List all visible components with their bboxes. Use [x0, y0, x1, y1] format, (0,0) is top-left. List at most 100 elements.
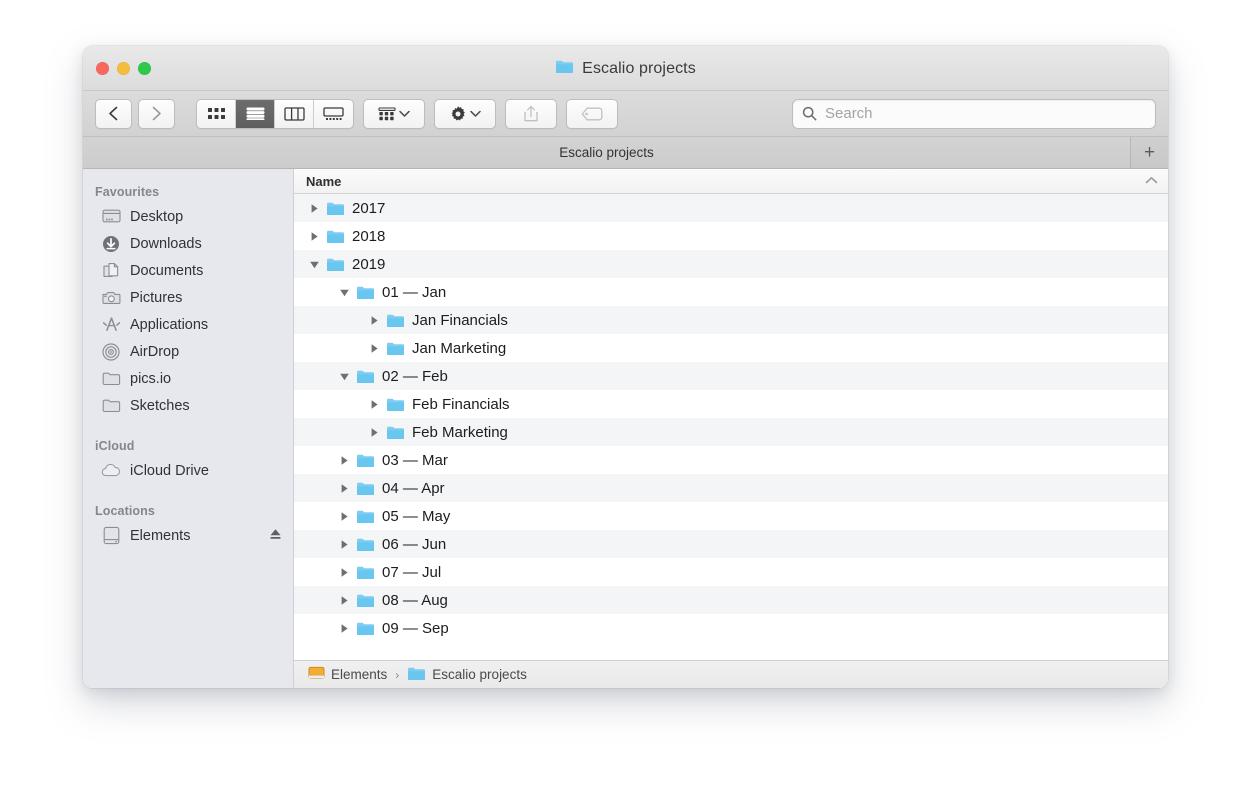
- disclosure-triangle-collapsed[interactable]: [364, 343, 384, 354]
- new-tab-button[interactable]: +: [1130, 137, 1168, 168]
- disclosure-triangle-collapsed[interactable]: [334, 455, 354, 466]
- share-button[interactable]: [505, 99, 557, 129]
- disclosure-triangle-collapsed[interactable]: [364, 315, 384, 326]
- file-list-pane: Name 2017 2018 2019 01 — Jan Jan Financials J…: [294, 169, 1168, 688]
- blue-folder-icon: [324, 201, 346, 216]
- table-row[interactable]: 03 — Mar: [294, 446, 1168, 474]
- table-row[interactable]: 01 — Jan: [294, 278, 1168, 306]
- table-row[interactable]: 07 — Jul: [294, 558, 1168, 586]
- search-field[interactable]: Search: [792, 99, 1156, 129]
- table-row[interactable]: Jan Marketing: [294, 334, 1168, 362]
- view-mode-segmented-control[interactable]: [196, 99, 354, 129]
- sidebar-item-icloud-drive[interactable]: iCloud Drive: [83, 457, 293, 484]
- path-segment-elements[interactable]: Elements: [308, 666, 387, 683]
- disclosure-triangle-collapsed[interactable]: [334, 567, 354, 578]
- zoom-button[interactable]: [138, 62, 151, 75]
- nav-buttons: [95, 99, 175, 129]
- table-row[interactable]: 06 — Jun: [294, 530, 1168, 558]
- disclosure-triangle-collapsed[interactable]: [334, 539, 354, 550]
- sidebar-item-label: pics.io: [130, 371, 171, 387]
- sidebar-item-picsio[interactable]: pics.io: [83, 365, 293, 392]
- blue-folder-icon: [324, 229, 346, 244]
- icon-view-button[interactable]: [197, 100, 236, 128]
- column-header-name[interactable]: Name: [294, 169, 1168, 194]
- file-name-label: 2017: [352, 200, 385, 217]
- sidebar-item-pictures[interactable]: Pictures: [83, 284, 293, 311]
- blue-folder-icon: [354, 453, 376, 468]
- tags-button[interactable]: [566, 99, 618, 129]
- blue-folder-icon: [354, 621, 376, 636]
- disclosure-triangle-collapsed[interactable]: [304, 231, 324, 242]
- back-button[interactable]: [95, 99, 132, 129]
- close-button[interactable]: [96, 62, 109, 75]
- disclosure-triangle-collapsed[interactable]: [364, 427, 384, 438]
- path-segment-escalio-projects[interactable]: Escalio projects: [407, 666, 527, 684]
- disclosure-triangle-expanded[interactable]: [304, 259, 324, 270]
- sidebar-item-label: iCloud Drive: [130, 463, 209, 479]
- sidebar-section-locations-title: Locations: [83, 498, 293, 522]
- blue-folder-icon: [407, 666, 426, 684]
- titlebar: Escalio projects: [83, 46, 1168, 91]
- file-name-label: 07 — Jul: [382, 564, 441, 581]
- action-menu-button[interactable]: [434, 99, 496, 129]
- table-row[interactable]: 05 — May: [294, 502, 1168, 530]
- gallery-view-button[interactable]: [314, 100, 353, 128]
- chevron-down-icon: [470, 110, 481, 118]
- eject-icon[interactable]: [268, 527, 283, 545]
- disclosure-triangle-expanded[interactable]: [334, 287, 354, 298]
- file-list[interactable]: 2017 2018 2019 01 — Jan Jan Financials Jan Ma…: [294, 194, 1168, 660]
- sidebar-item-downloads[interactable]: Downloads: [83, 230, 293, 257]
- column-view-button[interactable]: [275, 100, 314, 128]
- traffic-lights: [96, 62, 151, 75]
- table-row[interactable]: 04 — Apr: [294, 474, 1168, 502]
- forward-button[interactable]: [138, 99, 175, 129]
- table-row[interactable]: 08 — Aug: [294, 586, 1168, 614]
- disclosure-triangle-expanded[interactable]: [334, 371, 354, 382]
- path-separator: ›: [395, 668, 399, 682]
- table-row[interactable]: 2018: [294, 222, 1168, 250]
- arrange-by-button[interactable]: [363, 99, 425, 129]
- disclosure-triangle-collapsed[interactable]: [334, 595, 354, 606]
- sidebar-item-label: Downloads: [130, 236, 202, 252]
- sidebar-item-label: Applications: [130, 317, 208, 333]
- table-row[interactable]: 2019: [294, 250, 1168, 278]
- disclosure-triangle-collapsed[interactable]: [364, 399, 384, 410]
- sidebar-item-label: Documents: [130, 263, 203, 279]
- sidebar-item-applications[interactable]: Applications: [83, 311, 293, 338]
- path-bar: Elements › Escalio projects: [294, 660, 1168, 688]
- sidebar-item-airdrop[interactable]: AirDrop: [83, 338, 293, 365]
- sidebar-item-elements[interactable]: Elements: [83, 522, 293, 549]
- applications-icon: [101, 316, 121, 334]
- list-view-button[interactable]: [236, 100, 275, 128]
- file-name-label: 09 — Sep: [382, 620, 449, 637]
- blue-folder-icon: [324, 257, 346, 272]
- sidebar-spacer: [83, 484, 293, 498]
- finder-window: Escalio projects: [83, 46, 1168, 688]
- file-name-label: Feb Marketing: [412, 424, 508, 441]
- blue-folder-icon: [354, 593, 376, 608]
- drive-icon: [101, 527, 121, 545]
- table-row[interactable]: 09 — Sep: [294, 614, 1168, 642]
- file-name-label: 2019: [352, 256, 385, 273]
- table-row[interactable]: Feb Financials: [294, 390, 1168, 418]
- file-name-label: 01 — Jan: [382, 284, 446, 301]
- window-title-text: Escalio projects: [582, 60, 696, 78]
- table-row[interactable]: Jan Financials: [294, 306, 1168, 334]
- disclosure-triangle-collapsed[interactable]: [334, 623, 354, 634]
- sidebar-item-desktop[interactable]: Desktop: [83, 203, 293, 230]
- sidebar-item-documents[interactable]: Documents: [83, 257, 293, 284]
- sidebar-item-sketches[interactable]: Sketches: [83, 392, 293, 419]
- minimize-button[interactable]: [117, 62, 130, 75]
- disclosure-triangle-collapsed[interactable]: [334, 511, 354, 522]
- tab-escalio-projects[interactable]: Escalio projects: [83, 137, 1130, 168]
- disclosure-triangle-collapsed[interactable]: [304, 203, 324, 214]
- disclosure-triangle-collapsed[interactable]: [334, 483, 354, 494]
- pictures-icon: [101, 289, 121, 307]
- file-name-label: 08 — Aug: [382, 592, 448, 609]
- column-header-label: Name: [306, 174, 341, 189]
- file-name-label: Jan Marketing: [412, 340, 506, 357]
- table-row[interactable]: Feb Marketing: [294, 418, 1168, 446]
- blue-folder-icon: [354, 481, 376, 496]
- table-row[interactable]: 02 — Feb: [294, 362, 1168, 390]
- table-row[interactable]: 2017: [294, 194, 1168, 222]
